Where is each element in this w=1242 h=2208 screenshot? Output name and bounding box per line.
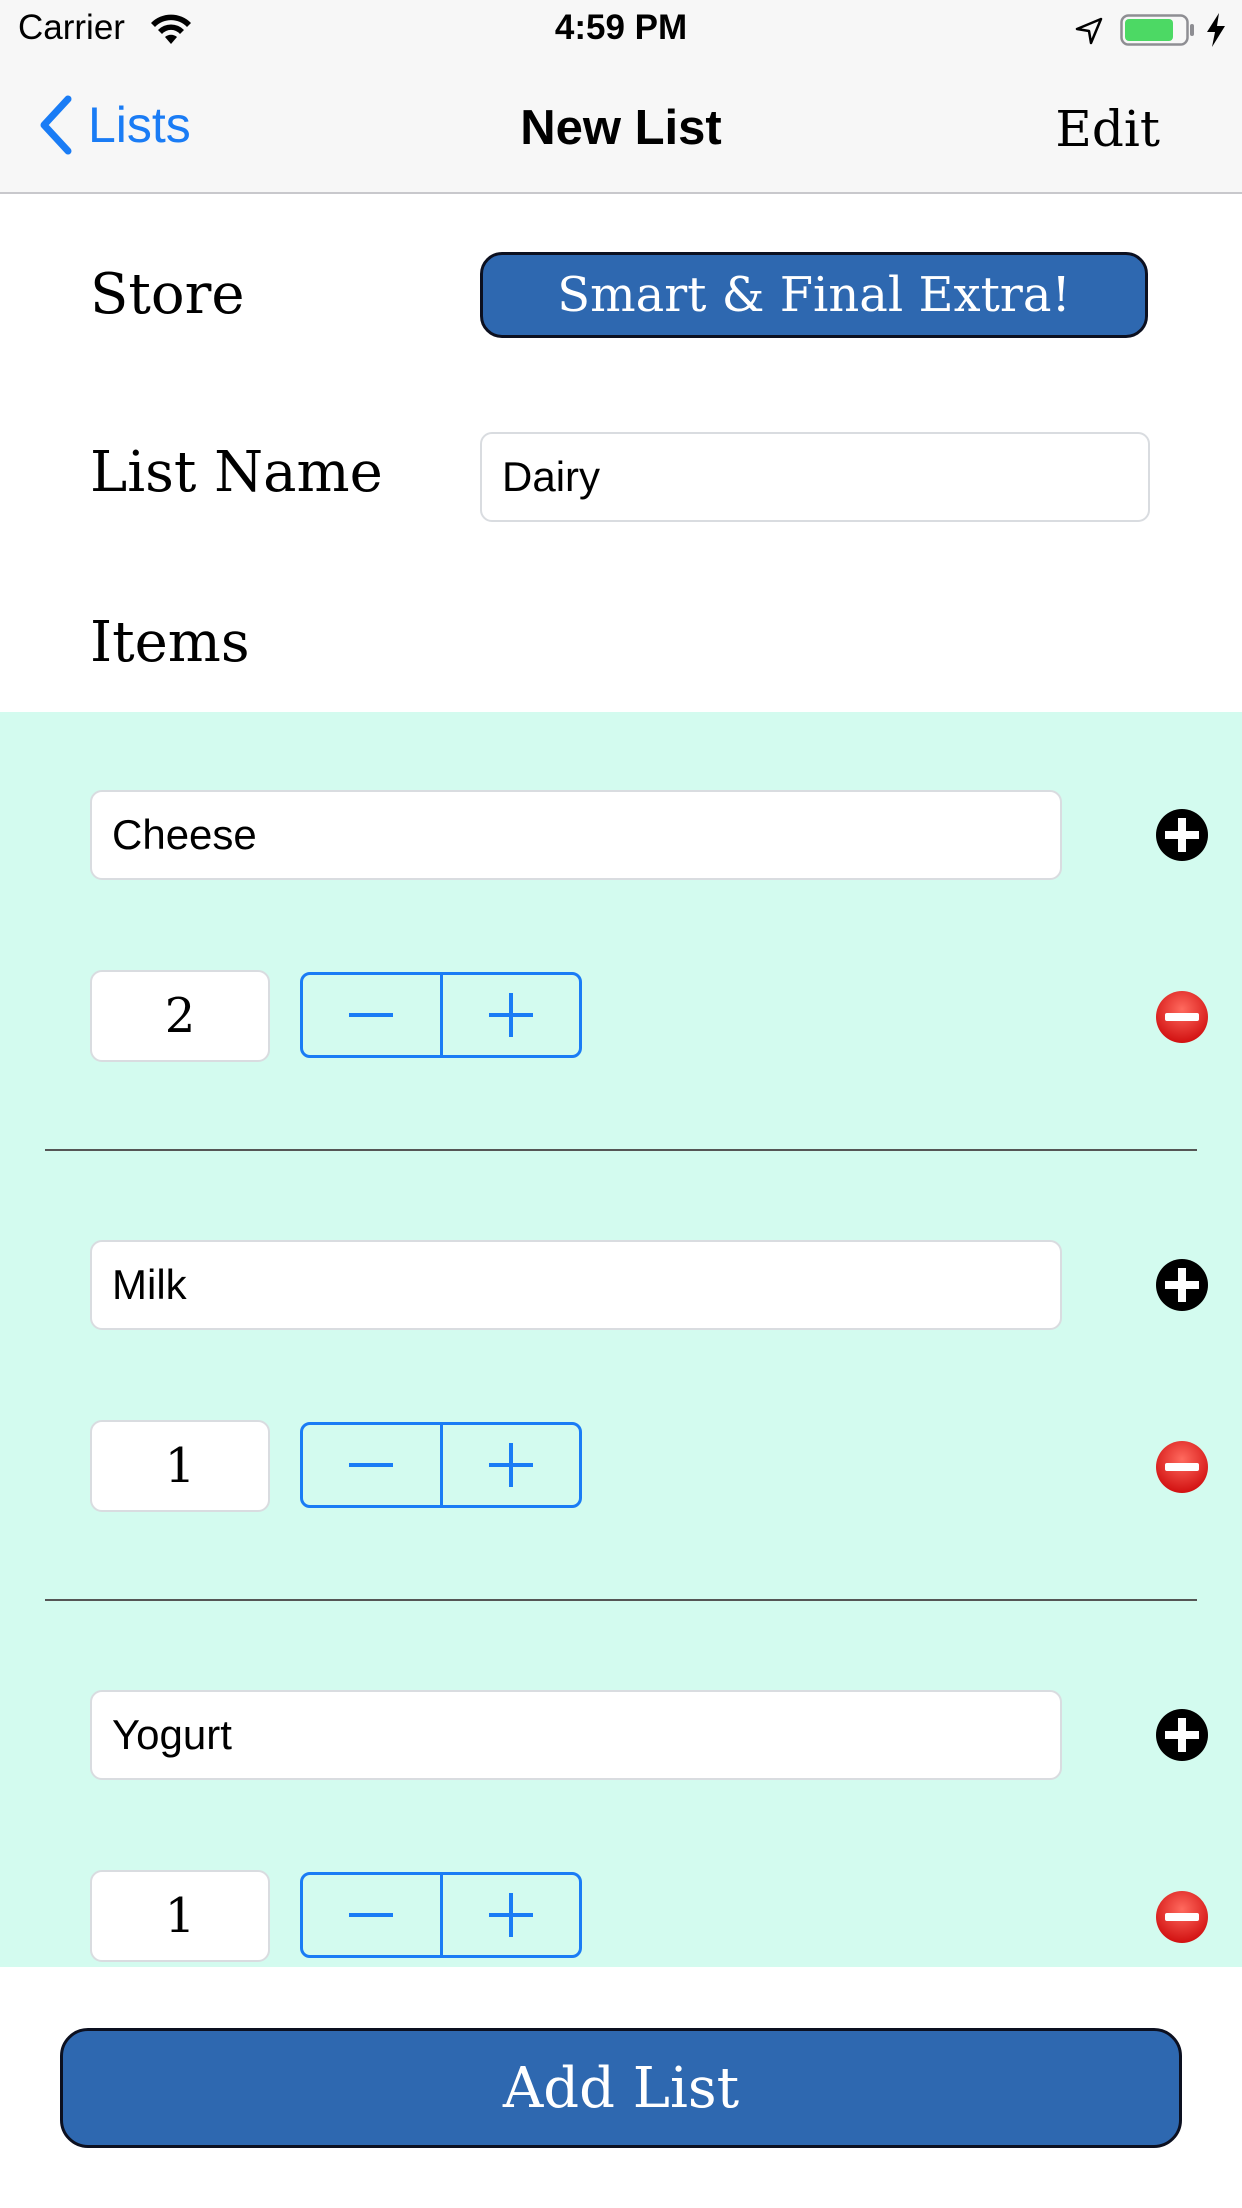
stepper-increment-button[interactable] xyxy=(443,975,580,1055)
battery-icon xyxy=(1120,14,1194,46)
location-arrow-icon xyxy=(1075,17,1103,45)
plus-icon xyxy=(488,993,533,1037)
minus-circle-icon[interactable] xyxy=(1155,1890,1209,1944)
navigation-bar: Lists New List Edit xyxy=(0,60,1242,194)
store-label: Store xyxy=(90,262,245,327)
list-item: Cheese 2 xyxy=(0,712,1242,1162)
quantity-stepper xyxy=(300,1422,582,1508)
list-name-field[interactable]: Dairy xyxy=(480,432,1150,522)
list-item: Yogurt 1 xyxy=(0,1612,1242,1967)
items-list[interactable]: Cheese 2 Milk 1 Yogurt 1 xyxy=(0,712,1242,1967)
minus-circle-icon[interactable] xyxy=(1155,990,1209,1044)
item-separator xyxy=(45,1599,1197,1601)
quantity-stepper xyxy=(300,972,582,1058)
stepper-decrement-button[interactable] xyxy=(303,1425,440,1505)
clock-label: 4:59 PM xyxy=(554,8,688,47)
minus-icon xyxy=(349,1913,394,1917)
charging-bolt-icon xyxy=(1207,13,1225,47)
item-name-field[interactable]: Yogurt xyxy=(90,1690,1062,1780)
plus-circle-icon[interactable] xyxy=(1155,808,1209,862)
stepper-decrement-button[interactable] xyxy=(303,975,440,1055)
quantity-field[interactable]: 1 xyxy=(90,1420,270,1512)
list-item: Milk 1 xyxy=(0,1162,1242,1612)
item-separator xyxy=(45,1149,1197,1151)
quantity-field[interactable]: 1 xyxy=(90,1870,270,1962)
status-bar: Carrier 4:59 PM xyxy=(0,0,1242,60)
store-select-button[interactable]: Smart & Final Extra! xyxy=(480,252,1148,338)
plus-circle-icon[interactable] xyxy=(1155,1258,1209,1312)
plus-icon xyxy=(488,1443,533,1487)
quantity-stepper xyxy=(300,1872,582,1958)
minus-circle-icon[interactable] xyxy=(1155,1440,1209,1494)
quantity-field[interactable]: 2 xyxy=(90,970,270,1062)
screen: Carrier 4:59 PM Lists New List Edit Stor… xyxy=(0,0,1242,2208)
stepper-decrement-button[interactable] xyxy=(303,1875,440,1955)
stepper-increment-button[interactable] xyxy=(443,1875,580,1955)
plus-circle-icon[interactable] xyxy=(1155,1708,1209,1762)
items-label: Items xyxy=(90,610,250,675)
item-name-field[interactable]: Cheese xyxy=(90,790,1062,880)
item-name-field[interactable]: Milk xyxy=(90,1240,1062,1330)
minus-icon xyxy=(349,1013,394,1017)
edit-button[interactable]: Edit xyxy=(1055,100,1160,158)
list-name-label: List Name xyxy=(90,440,383,505)
minus-icon xyxy=(349,1463,394,1467)
add-list-button[interactable]: Add List xyxy=(60,2028,1182,2148)
plus-icon xyxy=(488,1893,533,1937)
stepper-increment-button[interactable] xyxy=(443,1425,580,1505)
